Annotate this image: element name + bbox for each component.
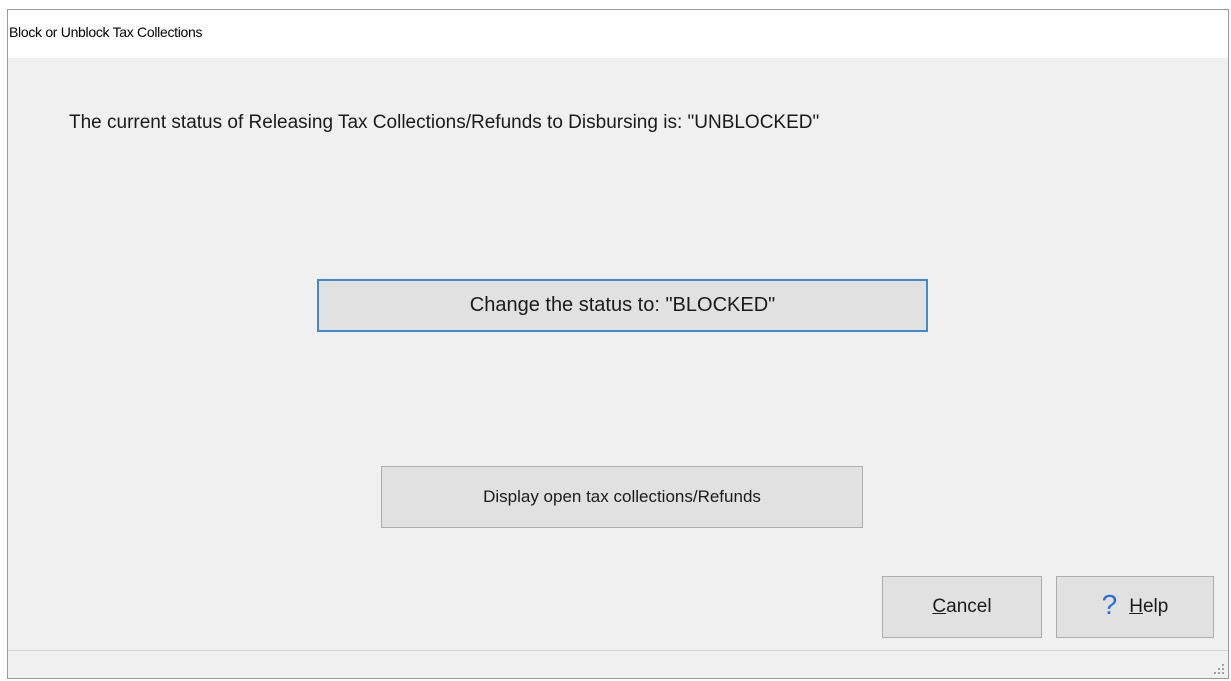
title-bar[interactable]: Block or Unblock Tax Collections xyxy=(8,10,1228,58)
help-label: Help xyxy=(1129,596,1168,618)
question-mark-icon: ? xyxy=(1101,589,1118,620)
resize-grip-icon[interactable] xyxy=(1214,664,1224,674)
display-open-collections-label: Display open tax collections/Refunds xyxy=(483,487,761,506)
cancel-label-rest: ancel xyxy=(946,596,992,617)
help-label-rest: elp xyxy=(1142,596,1169,617)
cancel-button[interactable]: Cancel xyxy=(882,576,1042,638)
dialog-window: Block or Unblock Tax Collections The cur… xyxy=(7,9,1229,679)
window-title: Block or Unblock Tax Collections xyxy=(9,24,203,40)
cancel-mnemonic: C xyxy=(932,596,947,617)
display-open-collections-button[interactable]: Display open tax collections/Refunds xyxy=(381,466,863,528)
cancel-label: Cancel xyxy=(932,596,991,618)
change-status-label: Change the status to: "BLOCKED" xyxy=(469,294,776,316)
change-status-button[interactable]: Change the status to: "BLOCKED" xyxy=(317,279,928,332)
help-button[interactable]: ? Help xyxy=(1056,576,1214,638)
status-strip xyxy=(8,651,1228,678)
status-message: The current status of Releasing Tax Coll… xyxy=(69,112,820,133)
help-mnemonic: H xyxy=(1129,596,1143,617)
